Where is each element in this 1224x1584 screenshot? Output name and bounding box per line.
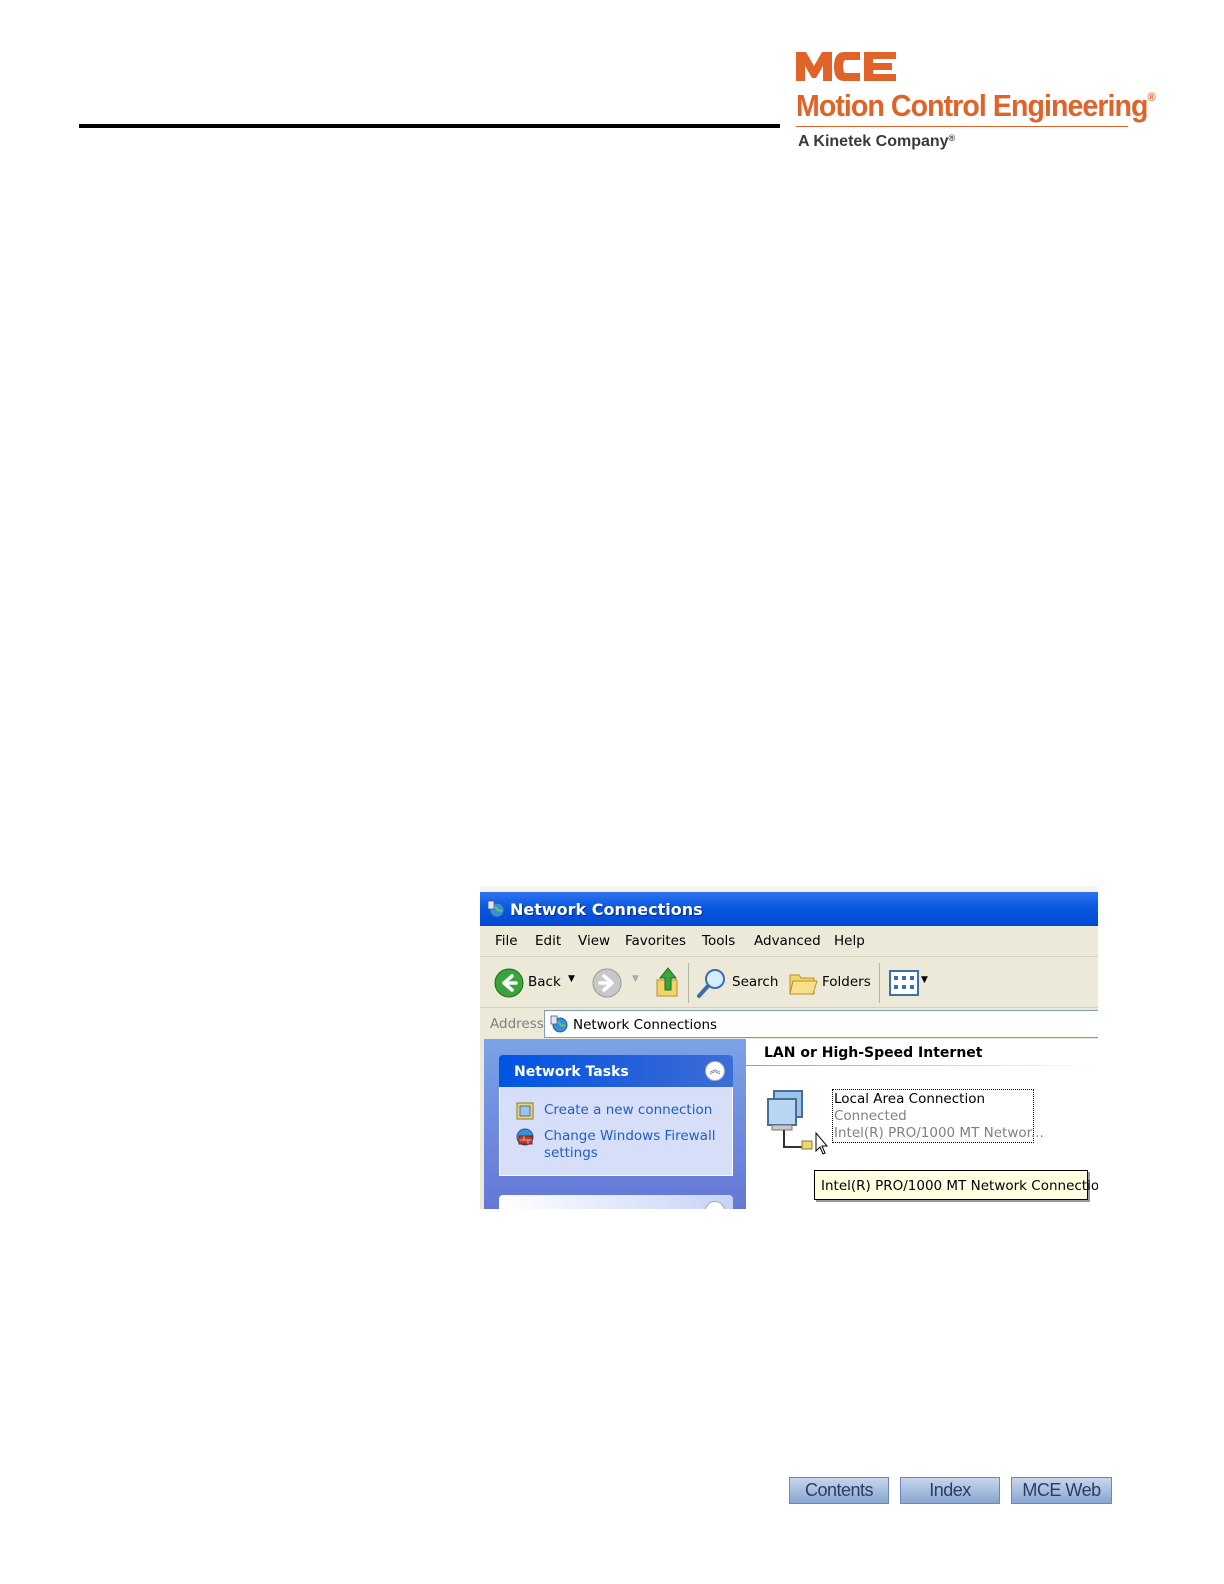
search-button[interactable]: Search xyxy=(732,974,778,990)
search-icon[interactable] xyxy=(696,967,728,999)
folders-icon[interactable] xyxy=(788,969,818,997)
device-tooltip: Intel(R) PRO/1000 MT Network Connection xyxy=(814,1170,1098,1200)
create-new-connection-link[interactable]: Create a new connection xyxy=(544,1102,712,1119)
network-tasks-title: Network Tasks xyxy=(514,1064,629,1080)
connections-list: LAN or High-Speed Internet Local Area Co… xyxy=(746,1039,1098,1209)
window-titlebar[interactable]: Network Connections xyxy=(480,892,1098,926)
menu-view[interactable]: View xyxy=(578,933,610,949)
change-firewall-settings-link-cont[interactable]: settings xyxy=(544,1145,598,1162)
network-connections-icon xyxy=(550,1015,568,1033)
up-folder-icon[interactable] xyxy=(654,966,682,998)
network-tasks-body: Create a new connection Change Windows F… xyxy=(499,1087,733,1176)
firewall-icon xyxy=(516,1128,534,1146)
toolbar-separator xyxy=(688,963,689,1003)
toolbar-separator xyxy=(879,963,880,1003)
brand-name: Motion Control Engineering® xyxy=(796,88,1156,124)
network-tasks-header[interactable]: Network Tasks ︽ xyxy=(499,1055,733,1087)
group-header: LAN or High-Speed Internet xyxy=(764,1045,983,1061)
collapse-chevron-icon[interactable]: ︽ xyxy=(705,1061,725,1081)
menu-favorites[interactable]: Favorites xyxy=(625,933,686,949)
connection-status: Connected xyxy=(834,1108,907,1124)
window-title: Network Connections xyxy=(510,900,703,919)
menu-advanced[interactable]: Advanced xyxy=(754,933,821,949)
connection-device: Intel(R) PRO/1000 MT Networ... xyxy=(834,1125,1044,1141)
new-connection-icon xyxy=(516,1102,534,1120)
folders-button[interactable]: Folders xyxy=(822,974,871,990)
back-dropdown-icon[interactable]: ▼ xyxy=(568,974,575,984)
change-firewall-settings-link[interactable]: Change Windows Firewall xyxy=(544,1128,715,1145)
address-field[interactable]: Network Connections xyxy=(544,1010,1098,1038)
address-label: Address xyxy=(490,1016,544,1032)
network-connections-icon xyxy=(487,900,505,918)
mce-logo-mark xyxy=(796,52,896,81)
menu-edit[interactable]: Edit xyxy=(535,933,561,949)
brand-name-text: Motion Control Engineering xyxy=(796,88,1148,123)
back-button[interactable]: Back xyxy=(528,974,561,990)
network-tasks-panel: Network Tasks ︽ Create a new connection … xyxy=(499,1055,733,1176)
mce-web-button[interactable]: MCE Web xyxy=(1011,1477,1112,1504)
header-rule xyxy=(79,124,780,128)
lan-connection-icon[interactable] xyxy=(766,1085,828,1155)
menu-bar: File Edit View Favorites Tools Advanced … xyxy=(480,926,1098,957)
back-arrow-icon[interactable] xyxy=(494,968,524,998)
mce-logo: Motion Control Engineering® A Kinetek Co… xyxy=(796,50,1156,160)
network-connections-screenshot: Network Connections File Edit View Favor… xyxy=(480,886,1098,1209)
group-header-rule xyxy=(746,1065,1098,1066)
menu-help[interactable]: Help xyxy=(834,933,865,949)
brand-rule xyxy=(796,126,1128,127)
tagline-mark: ® xyxy=(948,133,956,143)
contents-button[interactable]: Contents xyxy=(789,1477,889,1504)
address-bar: Address Network Connections xyxy=(480,1008,1098,1038)
index-button[interactable]: Index xyxy=(900,1477,1000,1504)
address-value: Network Connections xyxy=(573,1017,718,1033)
collapse-chevron-icon[interactable] xyxy=(705,1201,725,1209)
menu-file[interactable]: File xyxy=(495,933,518,949)
toolbar: Back ▼ ▼ Search Folders ▼ xyxy=(480,957,1098,1008)
views-dropdown-icon[interactable]: ▼ xyxy=(921,975,928,985)
local-area-connection-item[interactable]: Local Area Connection Connected Intel(R)… xyxy=(832,1089,1044,1143)
registered-mark: ® xyxy=(1147,90,1156,104)
forward-arrow-icon[interactable] xyxy=(592,968,622,998)
other-places-panel-header[interactable] xyxy=(499,1195,733,1209)
forward-dropdown-icon[interactable]: ▼ xyxy=(632,974,639,984)
tagline-text: A Kinetek Company xyxy=(798,133,949,150)
connection-name: Local Area Connection xyxy=(834,1091,986,1107)
tagline: A Kinetek Company® xyxy=(798,133,955,151)
task-pane: Network Tasks ︽ Create a new connection … xyxy=(484,1039,746,1209)
menu-tools[interactable]: Tools xyxy=(702,933,735,949)
views-icon[interactable] xyxy=(889,970,919,996)
